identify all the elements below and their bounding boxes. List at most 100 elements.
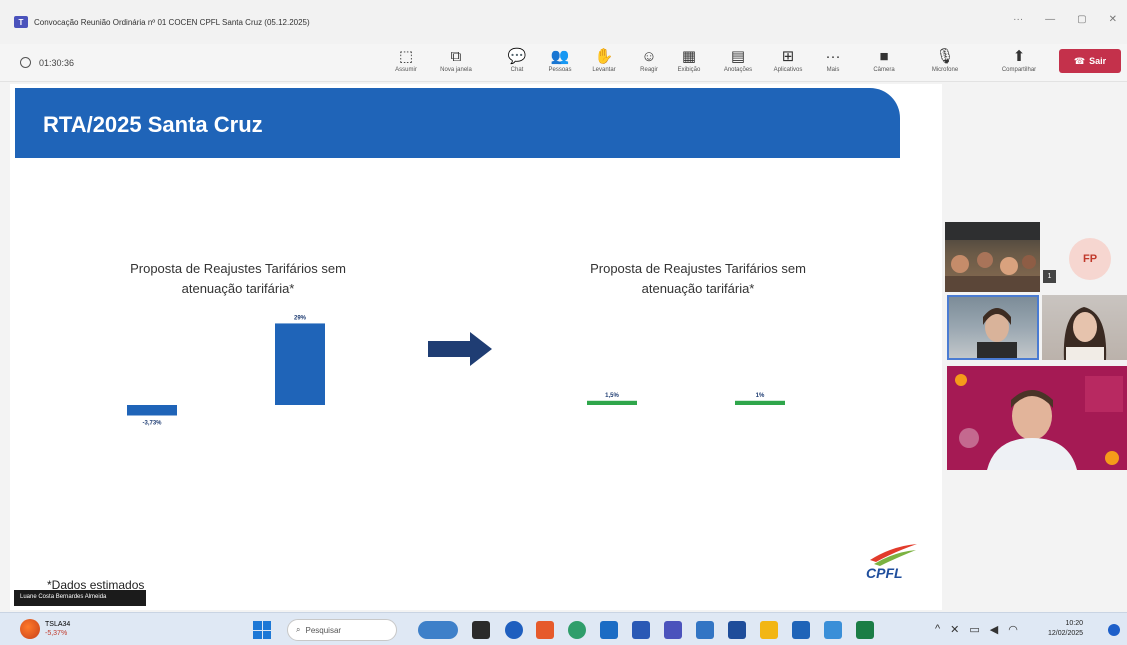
restore-icon[interactable]: ▢: [1077, 14, 1086, 25]
chart-1-value-label-2: 29%: [294, 315, 307, 321]
windows-start-icon[interactable]: [253, 621, 271, 639]
clock-time: 10:20: [1065, 620, 1084, 627]
display-icon[interactable]: ▭: [969, 623, 979, 636]
svg-text:CPFL: CPFL: [866, 565, 903, 581]
chart-1-bar-1: [127, 405, 177, 416]
notes-icon: ▤: [730, 48, 746, 65]
taskbar-excel-icon[interactable]: [856, 621, 874, 639]
taskbar-edge-icon[interactable]: [505, 621, 523, 639]
toolbar-label: Microfone: [931, 67, 959, 73]
meeting-toolbar: 01:30:36 ⬚ Assumir ⧉ Nova janela 💬 Chat 👥 Pesso…: [0, 44, 1127, 82]
shield-icon: [20, 57, 31, 68]
toolbar-people-button[interactable]: 👥 Pessoas: [536, 47, 584, 73]
taskbar-folder-icon[interactable]: [760, 621, 778, 639]
taskbar-app3-icon[interactable]: [824, 621, 842, 639]
wifi-icon[interactable]: ◠: [1008, 623, 1018, 636]
toolbar-label: Assumir: [395, 67, 417, 73]
chart-2-value-label-1: 1,5%: [605, 393, 619, 399]
chevron-up-icon[interactable]: ^: [935, 623, 940, 636]
meeting-timer: 01:30:36: [20, 57, 74, 68]
speaker-participant-image: [955, 374, 1123, 470]
toolbar-camera-button[interactable]: ■ Câmera: [860, 47, 908, 73]
chart-2-bar-2: [735, 400, 785, 405]
avatar-fp[interactable]: FP: [1069, 238, 1111, 280]
chart-1-title-line1: Proposta de Reajustes Tarifários sem: [130, 261, 346, 276]
toolbar-share-screen-button[interactable]: ⬚ Assumir: [382, 47, 430, 73]
taskbar-word-icon[interactable]: [632, 621, 650, 639]
video-tile-speaker[interactable]: [947, 366, 1127, 470]
react-icon: ☺: [641, 48, 657, 65]
timer-text: 01:30:36: [39, 57, 75, 68]
taskbar-widget-icon[interactable]: [418, 621, 458, 639]
toolbar-more-button[interactable]: ··· Mais: [809, 47, 857, 73]
window-title: Convocação Reunião Ordinária nº 01 COCEN…: [34, 17, 310, 27]
toolbar-view-button[interactable]: ▦ Exibição: [665, 47, 713, 73]
chart-2: 1,5% 1%: [587, 393, 785, 405]
volume-icon[interactable]: ◀: [990, 623, 998, 636]
video-panel: 1 FP: [945, 220, 1127, 470]
slide-title: RTA/2025 Santa Cruz: [43, 112, 263, 137]
toolbar-raise-hand-button[interactable]: ✋ Levantar: [580, 47, 628, 73]
title-bar: T Convocação Reunião Ordinária nº 01 COC…: [0, 0, 1127, 44]
apps-icon: ⊞: [781, 48, 795, 65]
taskbar-clock[interactable]: 10:20 12/02/2025: [1048, 619, 1083, 639]
toolbar-notes-button[interactable]: ▤ Anotações: [714, 47, 762, 73]
taskbar: TSLA34 -5,37% ⌕ Pesquisar ^ ✕ ▭ ◀ ◠ 10:2…: [0, 612, 1127, 645]
clock-date: 12/02/2025: [1048, 630, 1084, 637]
taskbar-search[interactable]: ⌕ Pesquisar: [287, 619, 397, 641]
toolbar-chat-button[interactable]: 💬 Chat: [493, 47, 541, 73]
raise-hand-icon: ✋: [594, 48, 614, 65]
toolbar-label: Nova janela: [440, 67, 472, 73]
toolbar-apps-button[interactable]: ⊞ Aplicativos: [764, 47, 812, 73]
teams-app-icon: T: [14, 16, 28, 28]
share-icon: ⬆: [1012, 48, 1026, 65]
search-icon: ⌕: [296, 625, 301, 634]
toolbar-label: Câmera: [873, 67, 895, 73]
close-icon[interactable]: ✕: [1109, 14, 1117, 25]
weather-widget[interactable]: TSLA34 -5,37%: [20, 619, 70, 639]
window-controls: ··· — ▢ ✕: [1013, 14, 1117, 25]
chart-1-title: Proposta de Reajustes Tarifários sem ate…: [88, 259, 388, 299]
taskbar-store-icon[interactable]: [728, 621, 746, 639]
woman-participant-image: [1063, 307, 1107, 360]
chart-2-bar-1: [587, 400, 637, 405]
toolbar-label: Aplicativos: [773, 67, 803, 73]
more-options-icon[interactable]: ···: [1013, 14, 1023, 25]
taskbar-files-icon[interactable]: [472, 621, 490, 639]
toolbar-label: Compartilhar: [1001, 67, 1037, 73]
toolbar-label: Chat: [510, 67, 524, 73]
toolbar-label: Levantar: [592, 67, 616, 73]
speaker-caption: Luane Costa Bernardes Almeida: [14, 590, 146, 606]
screen: T Convocação Reunião Ordinária nº 01 COC…: [0, 0, 1127, 645]
leave-label: Sair: [1089, 56, 1107, 66]
chart-2-title: Proposta de Reajustes Tarifários sem ate…: [548, 259, 848, 299]
network-icon[interactable]: ✕: [950, 623, 959, 636]
taskbar-teams-icon[interactable]: [664, 621, 682, 639]
minimize-icon[interactable]: —: [1045, 14, 1055, 25]
toolbar-new-window-button[interactable]: ⧉ Nova janela: [432, 47, 480, 73]
taskbar-chrome-icon[interactable]: [568, 621, 586, 639]
chart-1-title-line2: atenuação tarifária*: [181, 281, 295, 296]
view-icon: ▦: [681, 48, 697, 65]
search-placeholder: Pesquisar: [305, 625, 342, 635]
office-participant-image: [977, 308, 1017, 358]
chat-icon: 💬: [507, 48, 527, 65]
toolbar-label: Mais: [826, 67, 840, 73]
taskbar-app2-icon[interactable]: [792, 621, 810, 639]
phone-hangup-icon: ☎: [1073, 55, 1086, 66]
share-screen-icon: ⬚: [398, 48, 414, 65]
video-tile-room[interactable]: [945, 222, 1040, 292]
toolbar-microphone-button[interactable]: 🎙 Microfone: [921, 47, 969, 73]
video-tile-woman[interactable]: [1042, 295, 1127, 360]
leave-button[interactable]: ☎ Sair: [1059, 49, 1121, 73]
taskbar-outlook-icon[interactable]: [600, 621, 618, 639]
taskbar-app-icon[interactable]: [536, 621, 554, 639]
slide-header: RTA/2025 Santa Cruz: [15, 88, 900, 158]
chart-1-bar-2: [275, 323, 325, 405]
chart-2-title-line1: Proposta de Reajustes Tarifários sem: [590, 261, 806, 276]
video-tile-office[interactable]: [947, 295, 1039, 360]
taskbar-calc-icon[interactable]: [696, 621, 714, 639]
participant-count-badge: 1: [1043, 270, 1056, 283]
toolbar-share-button[interactable]: ⬆ Compartilhar: [995, 47, 1043, 73]
notification-icon[interactable]: [1108, 624, 1120, 636]
